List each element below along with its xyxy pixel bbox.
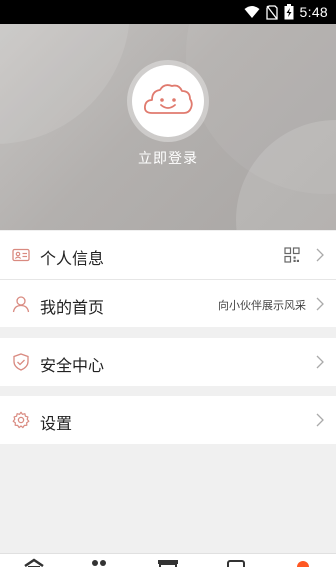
chevron-right-icon [316, 248, 324, 262]
avatar[interactable] [132, 65, 204, 137]
id-card-icon [12, 248, 30, 262]
no-sim-icon [265, 4, 278, 20]
menu-group-settings: 设置 [0, 396, 336, 444]
friends-icon[interactable] [88, 558, 110, 567]
menu-item-my-homepage[interactable]: 我的首页 向小伙伴展示风采 [0, 279, 336, 327]
menu-item-personal-info[interactable]: 个人信息 [0, 231, 336, 279]
wifi-icon [244, 6, 260, 18]
cloud-smile-icon [143, 84, 193, 114]
menu-item-label: 安全中心 [40, 356, 105, 375]
gear-icon [12, 411, 30, 429]
menu-item-subtitle: 向小伙伴展示风采 [218, 299, 306, 312]
status-bar: 5:48 [0, 0, 336, 24]
chevron-right-icon [316, 355, 324, 369]
menu-group-account: 个人信息 我的首页 向小伙伴展示风采 [0, 231, 336, 327]
login-button[interactable]: 立即登录 [0, 148, 336, 168]
qr-code-icon[interactable] [284, 247, 300, 263]
home-icon[interactable] [23, 558, 45, 567]
shield-check-icon [13, 353, 29, 371]
menu-item-security-center[interactable]: 安全中心 [0, 338, 336, 386]
menu-item-label: 个人信息 [40, 249, 105, 268]
menu-group-security: 安全中心 [0, 338, 336, 386]
menu-item-settings[interactable]: 设置 [0, 396, 336, 444]
chevron-right-icon [316, 297, 324, 311]
status-time: 5:48 [299, 4, 328, 20]
chevron-right-icon [316, 413, 324, 427]
cards-icon[interactable] [225, 558, 247, 567]
battery-charging-icon [284, 4, 294, 20]
menu-item-label: 我的首页 [40, 298, 105, 317]
bottom-nav [0, 553, 336, 567]
profile-icon[interactable] [292, 558, 314, 567]
menu-item-label: 设置 [40, 414, 73, 433]
user-icon [12, 296, 30, 313]
profile-header: 立即登录 [0, 24, 336, 230]
store-icon[interactable] [157, 558, 179, 567]
